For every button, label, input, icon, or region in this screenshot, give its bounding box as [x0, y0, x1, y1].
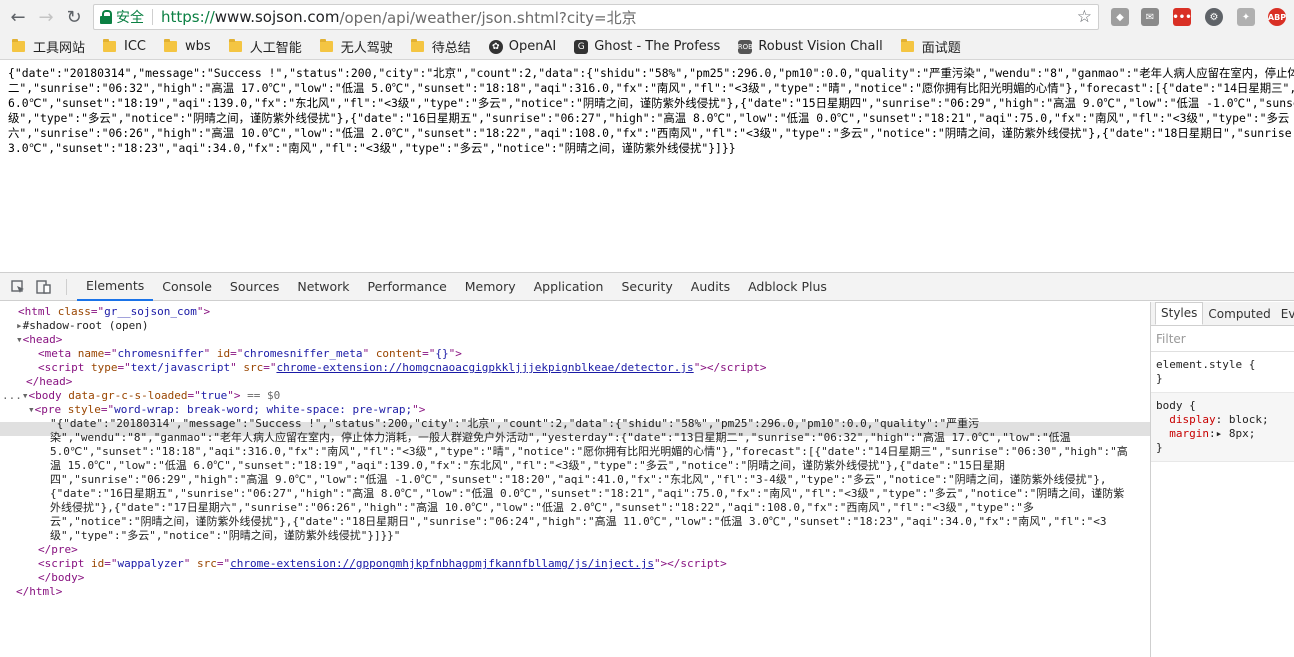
folder-icon — [103, 39, 117, 52]
script-src-link[interactable]: chrome-extension://gppongmhjkpfnbhagpmjf… — [230, 557, 654, 570]
bookmark-star-icon[interactable]: ☆ — [1077, 7, 1092, 27]
dom-pre-text[interactable]: 级","type":"多云","notice":"阴晴之间，谨防紫外线侵扰"}]… — [50, 529, 400, 543]
styles-filter-input[interactable]: Filter — [1151, 326, 1294, 352]
tab-security[interactable]: Security — [612, 273, 681, 301]
tab-audits[interactable]: Audits — [682, 273, 739, 301]
devtools-panel: Elements Console Sources Network Perform… — [0, 272, 1294, 657]
script-src-link[interactable]: chrome-extension://homgcnaoacgigpkkljjje… — [276, 361, 693, 374]
tab-console[interactable]: Console — [153, 273, 221, 301]
dom-script-wappalyzer[interactable]: <script id="wappalyzer" src="chrome-exte… — [38, 557, 727, 571]
lock-icon — [100, 10, 112, 24]
devtools-tabbar: Elements Console Sources Network Perform… — [0, 273, 1294, 301]
tab-styles[interactable]: Styles — [1155, 302, 1204, 325]
tab-sources[interactable]: Sources — [221, 273, 288, 301]
dom-pre-text[interactable]: 云","notice":"阴晴之间，谨防紫外线侵扰"},{"date":"18日… — [50, 515, 1106, 529]
dom-pre-close: </pre> — [38, 543, 78, 556]
dom-body-node[interactable]: ...▾<body data-gr-c-s-loaded="true"> == … — [2, 389, 280, 403]
styles-tabbar: Styles Computed Even — [1151, 302, 1294, 326]
dom-pre-text[interactable]: 染","wendu":"8","ganmao":"老年人病人应留在室内，停止体力… — [50, 431, 1071, 445]
folder-icon — [12, 39, 25, 52]
dom-script-detector[interactable]: <script type="text/javascript" src="chro… — [38, 361, 767, 375]
tab-adblock-plus[interactable]: Adblock Plus — [739, 273, 836, 301]
tab-event-listeners[interactable]: Even — [1276, 307, 1294, 325]
dom-pre-text[interactable]: {"date":"16日星期五","sunrise":"06:27","high… — [50, 487, 1124, 501]
dom-body-close: </body> — [38, 571, 85, 584]
bookmark-folder[interactable]: wbs — [164, 39, 211, 54]
folder-icon — [410, 39, 424, 52]
dom-shadow-root[interactable]: ▸#shadow-root (open) — [16, 319, 148, 333]
bookmark-folder[interactable]: 待总结 — [410, 37, 471, 56]
openai-icon: ✿ — [488, 39, 503, 54]
folder-icon — [164, 39, 178, 52]
inspect-element-icon[interactable] — [10, 279, 26, 295]
bookmark-robust-vision[interactable]: ROB Robust Vision Chall — [738, 39, 883, 54]
dom-pre-text[interactable]: 外线侵扰"},{"date":"17日星期六","sunrise":"06:26… — [50, 501, 1034, 515]
styles-pane: Styles Computed Even Filter element.styl… — [1150, 302, 1294, 657]
dom-head-close: </head> — [26, 375, 73, 388]
elements-tree[interactable]: <html class="gr__sojson_com"> ▸#shadow-r… — [0, 302, 1150, 657]
device-toolbar-icon[interactable] — [36, 279, 52, 295]
gmail-icon[interactable]: ✉ — [1141, 8, 1159, 26]
secure-label: 安全 — [116, 10, 144, 26]
dom-html-close: </html> — [16, 585, 63, 598]
bookmark-folder[interactable]: ICC — [103, 39, 146, 54]
url-host: www.sojson.com — [214, 8, 340, 26]
forward-icon[interactable]: → — [33, 4, 59, 30]
ghost-icon: G — [574, 39, 589, 54]
tab-network[interactable]: Network — [288, 273, 358, 301]
tab-computed[interactable]: Computed — [1203, 307, 1275, 325]
bookmark-folder[interactable]: 无人驾驶 — [319, 37, 393, 56]
bookmarks-bar: 工具网站 ICC wbs 人工智能 无人驾驶 待总结 ✿ OpenAI G Ghos… — [0, 34, 1294, 60]
dom-head-node[interactable]: ▾<head> — [16, 333, 62, 347]
dom-html-node[interactable]: <html class="gr__sojson_com"> — [18, 305, 210, 319]
rob-icon: ROB — [738, 39, 753, 54]
folder-icon — [319, 39, 333, 52]
element-style-rule[interactable]: element.style {} — [1151, 352, 1294, 393]
settings-gear-icon[interactable]: ⚙ — [1205, 8, 1223, 26]
browser-toolbar: ← → ↻ 安全 https:// www.sojson.com /open/a… — [0, 0, 1294, 34]
bookmark-folder[interactable]: 面试题 — [900, 37, 961, 56]
tab-memory[interactable]: Memory — [456, 273, 525, 301]
dom-pre-node[interactable]: ▾<pre style="word-wrap: break-word; whit… — [28, 403, 425, 417]
extension-dots-icon[interactable]: ••• — [1172, 8, 1192, 26]
tab-performance[interactable]: Performance — [359, 273, 456, 301]
tab-elements[interactable]: Elements — [77, 273, 154, 301]
url-path: /open/api/weather/json.shtml?city=北京 — [339, 8, 637, 27]
puzzle-icon[interactable]: ✦ — [1237, 8, 1255, 26]
tab-application[interactable]: Application — [525, 273, 613, 301]
bookmark-openai[interactable]: ✿ OpenAI — [488, 39, 556, 54]
body-style-rule[interactable]: body { display: block; margin:▸ 8px;} — [1151, 393, 1294, 462]
dom-pre-text[interactable]: 温 15.0℃","low":"低温 6.0℃","sunset":"18:19… — [50, 459, 1005, 473]
dom-pre-text[interactable]: "{"date":"20180314","message":"Success !… — [50, 417, 979, 431]
url-scheme: https:// — [161, 8, 215, 26]
extension-shield-icon[interactable]: ◆ — [1111, 8, 1129, 26]
bookmark-folder[interactable]: 工具网站 — [12, 37, 85, 56]
adblock-plus-icon[interactable]: ABP — [1268, 8, 1286, 26]
page-content: {"date":"20180314","message":"Success !"… — [0, 61, 1294, 270]
folder-icon — [900, 39, 914, 52]
dom-pre-text[interactable]: 四","sunrise":"06:29","high":"高温 9.0℃","l… — [50, 473, 1106, 487]
reload-icon[interactable]: ↻ — [61, 4, 87, 30]
bookmark-ghost[interactable]: G Ghost - The Profess — [574, 39, 720, 54]
bookmark-folder[interactable]: 人工智能 — [228, 37, 302, 56]
dom-pre-text[interactable]: 5.0℃","sunset":"18:18","aqi":316.0,"fx":… — [50, 445, 1128, 459]
back-icon[interactable]: ← — [5, 4, 31, 30]
dom-meta-node[interactable]: <meta name="chromesniffer" id="chromesni… — [38, 347, 462, 361]
json-response: {"date":"20180314","message":"Success !"… — [8, 66, 1294, 155]
folder-icon — [228, 39, 242, 52]
address-bar[interactable]: 安全 https:// www.sojson.com /open/api/wea… — [93, 4, 1099, 30]
